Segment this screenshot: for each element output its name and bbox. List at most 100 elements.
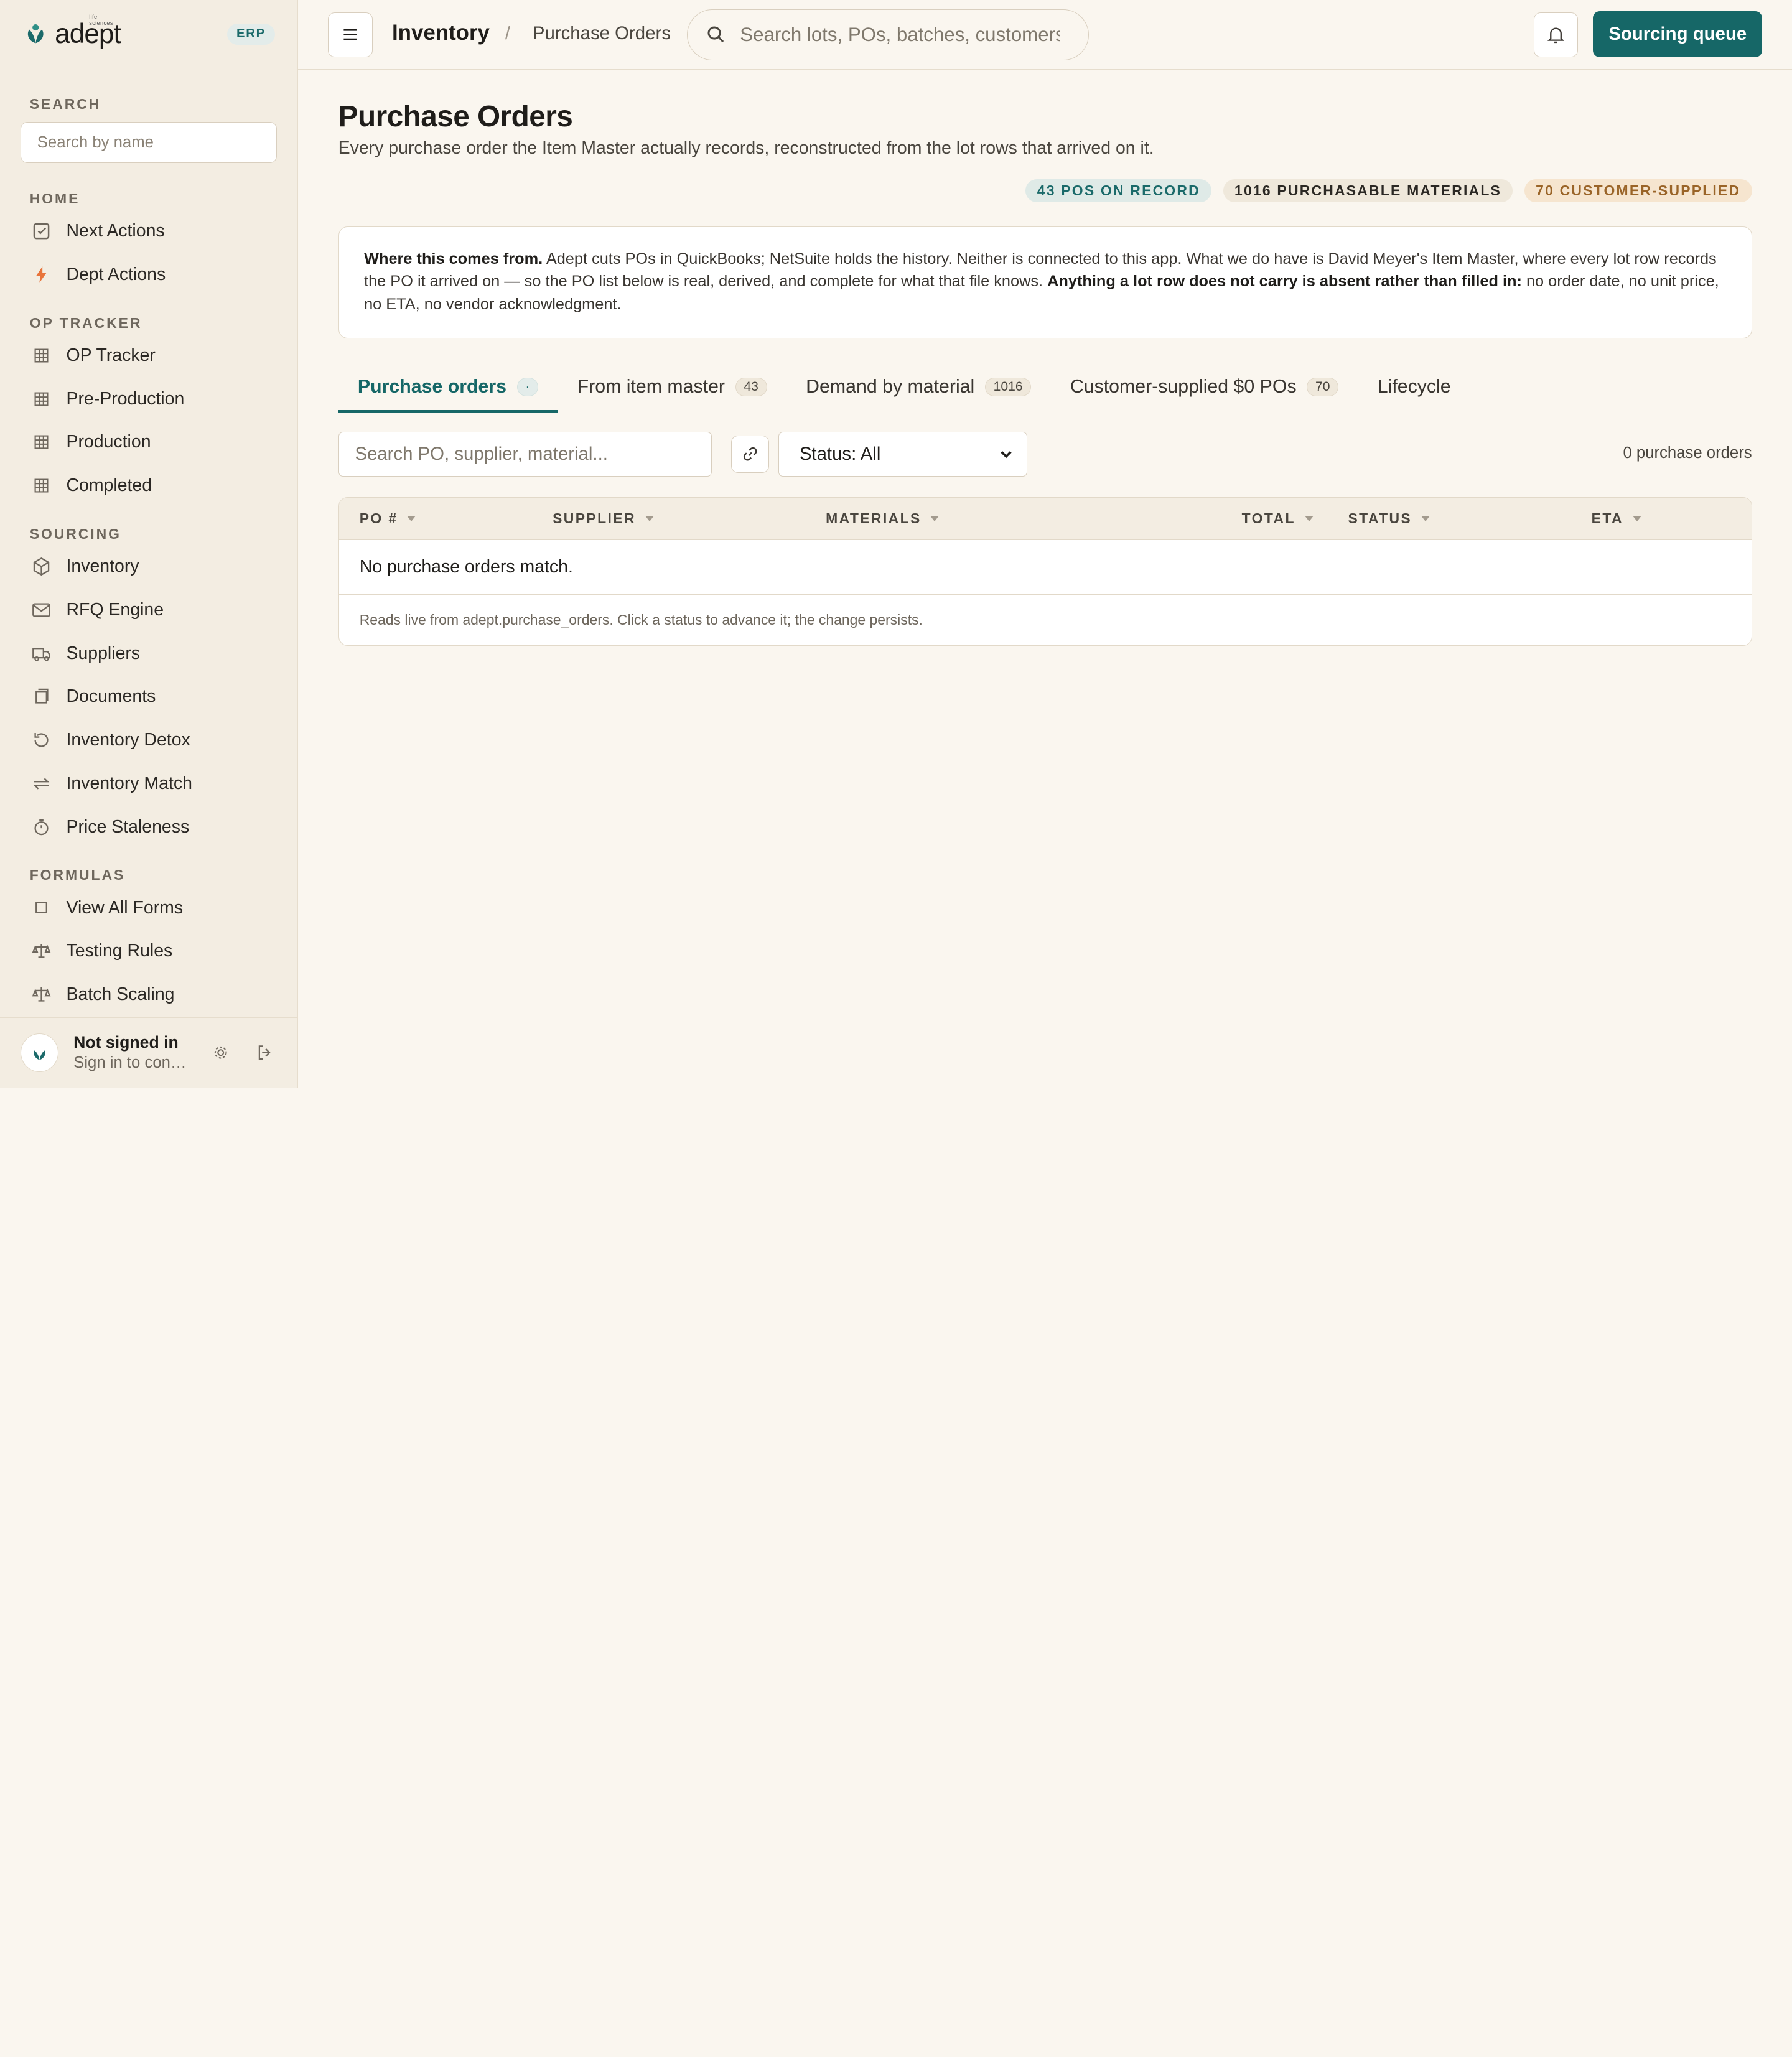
table-footer-note: Reads live from adept.purchase_orders. C… (359, 611, 923, 628)
sidebar-item-rfq-engine[interactable]: RFQ Engine (21, 588, 277, 632)
tab-demand-by-material[interactable]: Demand by material 1016 (786, 362, 1051, 411)
sidebar-item-batch-scaling[interactable]: Batch Scaling (21, 973, 277, 1017)
sidebar-item-documents[interactable]: Documents (21, 675, 277, 719)
sidebar-search-input[interactable]: Search by name (21, 121, 278, 164)
sidebar-item-dept-actions[interactable]: Dept Actions (21, 253, 277, 297)
summary-pills: 43 POS ON RECORD 1016 PURCHASABLE MATERI… (1025, 179, 1752, 203)
column-header-po[interactable]: PO # (360, 510, 416, 527)
tab-count: · (516, 377, 539, 396)
tab-customer-supplied[interactable]: Customer-supplied $0 POs 70 (1051, 362, 1358, 411)
checkbox-icon (30, 220, 53, 243)
sidebar-item-completed[interactable]: Completed (21, 464, 277, 508)
settings-button[interactable] (208, 1040, 233, 1065)
bell-icon (1547, 28, 1565, 44)
sidebar-item-label: Completed (66, 475, 152, 496)
sidebar-item-production[interactable]: Production (21, 421, 277, 464)
table-header: PO # SUPPLIER MATERIALS TOTAL STATUS ETA (338, 497, 1752, 540)
adept-logo-icon[interactable] (23, 21, 48, 46)
sourcing-queue-button[interactable]: Sourcing queue (1593, 11, 1763, 57)
customer-supplied-badge: 70 CUSTOMER-SUPPLIED (1524, 179, 1752, 203)
po-search-input[interactable] (355, 444, 696, 465)
sidebar-item-label: Inventory Match (66, 773, 192, 793)
column-header-total[interactable]: TOTAL (1242, 510, 1314, 527)
tab-count: 43 (735, 377, 767, 396)
square-icon (30, 897, 53, 920)
tab-lifecycle[interactable]: Lifecycle (1358, 362, 1470, 411)
sidebar-item-label: Batch Scaling (66, 984, 175, 1005)
grid-icon (30, 431, 53, 454)
sign-out-button[interactable] (253, 1040, 278, 1065)
sidebar-item-label: Suppliers (66, 643, 141, 663)
purchase-orders-table: PO # SUPPLIER MATERIALS TOTAL STATUS ETA… (338, 497, 1752, 646)
sidebar-item-label: Price Staleness (66, 816, 190, 837)
breadcrumb-current: Purchase Orders (532, 22, 671, 44)
topbar: Inventory / Purchase Orders Sourcing que… (298, 0, 1792, 70)
notice-emphasis: Anything a lot row does not carry is abs… (1047, 273, 1522, 291)
sidebar-section-sourcing: SOURCING (29, 525, 121, 542)
column-header-eta[interactable]: ETA (1592, 510, 1641, 527)
filter-bar: Status: All 0 purchase orders (338, 432, 1752, 477)
status-filter-value: Status: All (799, 444, 881, 465)
mail-icon (30, 599, 53, 622)
refresh-icon (30, 729, 53, 752)
sidebar-item-price-staleness[interactable]: Price Staleness (21, 805, 277, 849)
sidebar-section-home: HOME (29, 190, 80, 207)
sidebar-nav: SEARCH Search by name HOME Next Actions … (0, 68, 297, 1017)
sidebar-item-pre-production[interactable]: Pre-Production (21, 377, 277, 421)
tab-purchase-orders[interactable]: Purchase orders · (338, 362, 558, 413)
menu-toggle-button[interactable] (328, 12, 373, 57)
sort-caret-icon (645, 516, 654, 521)
lightning-icon (30, 263, 53, 286)
sidebar-item-label: Dept Actions (66, 264, 166, 284)
notifications-button[interactable] (1533, 12, 1579, 57)
sidebar-item-op-tracker[interactable]: OP Tracker (21, 334, 277, 377)
tab-count: 1016 (984, 377, 1032, 396)
tab-from-item-master[interactable]: From item master 43 (558, 362, 786, 411)
breadcrumb-inventory[interactable]: Inventory (392, 21, 490, 45)
sidebar-item-label: View All Forms (66, 897, 184, 918)
pos-on-record-badge: 43 POS ON RECORD (1025, 179, 1212, 203)
grid-icon (30, 344, 53, 367)
sidebar-item-next-actions[interactable]: Next Actions (21, 210, 277, 253)
global-search-input[interactable] (740, 24, 1060, 46)
breadcrumb-separator: / (505, 22, 510, 44)
status-filter-select[interactable]: Status: All (778, 432, 1028, 477)
sidebar-item-suppliers[interactable]: Suppliers (21, 632, 277, 675)
app-root: adept life sciences ERP SEARCH Search by… (0, 0, 1792, 1120)
global-search[interactable] (686, 9, 1090, 61)
swap-icon (30, 772, 53, 795)
sidebar-item-inventory[interactable]: Inventory (21, 545, 277, 589)
empty-state-row: No purchase orders match. (338, 540, 1752, 595)
sidebar-item-inventory-match[interactable]: Inventory Match (21, 762, 277, 806)
sort-caret-icon (1632, 516, 1641, 521)
box-icon (30, 555, 53, 578)
truck-icon (30, 642, 53, 665)
tab-bar: Purchase orders · From item master 43 De… (338, 362, 1752, 413)
brand-tagline: life sciences (89, 14, 113, 27)
sidebar-item-label: Pre-Production (66, 388, 185, 409)
po-search-field[interactable] (338, 432, 712, 477)
hamburger-icon (343, 29, 357, 40)
result-count: 0 purchase orders (1623, 444, 1752, 462)
column-header-supplier[interactable]: SUPPLIER (553, 510, 654, 527)
column-header-status[interactable]: STATUS (1348, 510, 1430, 527)
copy-link-button[interactable] (731, 435, 770, 473)
sidebar-section-op-tracker: OP TRACKER (29, 314, 142, 331)
user-name: Not signed in (73, 1033, 179, 1052)
avatar[interactable] (21, 1033, 59, 1073)
purchasable-materials-badge: 1016 PURCHASABLE MATERIALS (1223, 179, 1513, 203)
sidebar-item-inventory-detox[interactable]: Inventory Detox (21, 719, 277, 762)
sidebar-item-view-all-forms[interactable]: View All Forms (21, 886, 277, 930)
sidebar-item-label: Next Actions (66, 221, 165, 241)
sidebar-item-testing-rules[interactable]: Testing Rules (21, 930, 277, 973)
sidebar: adept life sciences ERP SEARCH Search by… (0, 0, 299, 1088)
search-icon (707, 26, 724, 43)
data-source-notice: Where this comes from. Adept cuts POs in… (338, 226, 1752, 338)
logout-icon (258, 1045, 271, 1060)
column-header-materials[interactable]: MATERIALS (826, 510, 940, 527)
sidebar-section-formulas: FORMULAS (29, 867, 126, 884)
sidebar-item-label: Inventory (66, 556, 139, 576)
user-info[interactable]: Not signed in Sign in to continue (73, 1032, 188, 1073)
sidebar-item-label: RFQ Engine (66, 599, 164, 620)
tab-label: Purchase orders (357, 376, 506, 397)
